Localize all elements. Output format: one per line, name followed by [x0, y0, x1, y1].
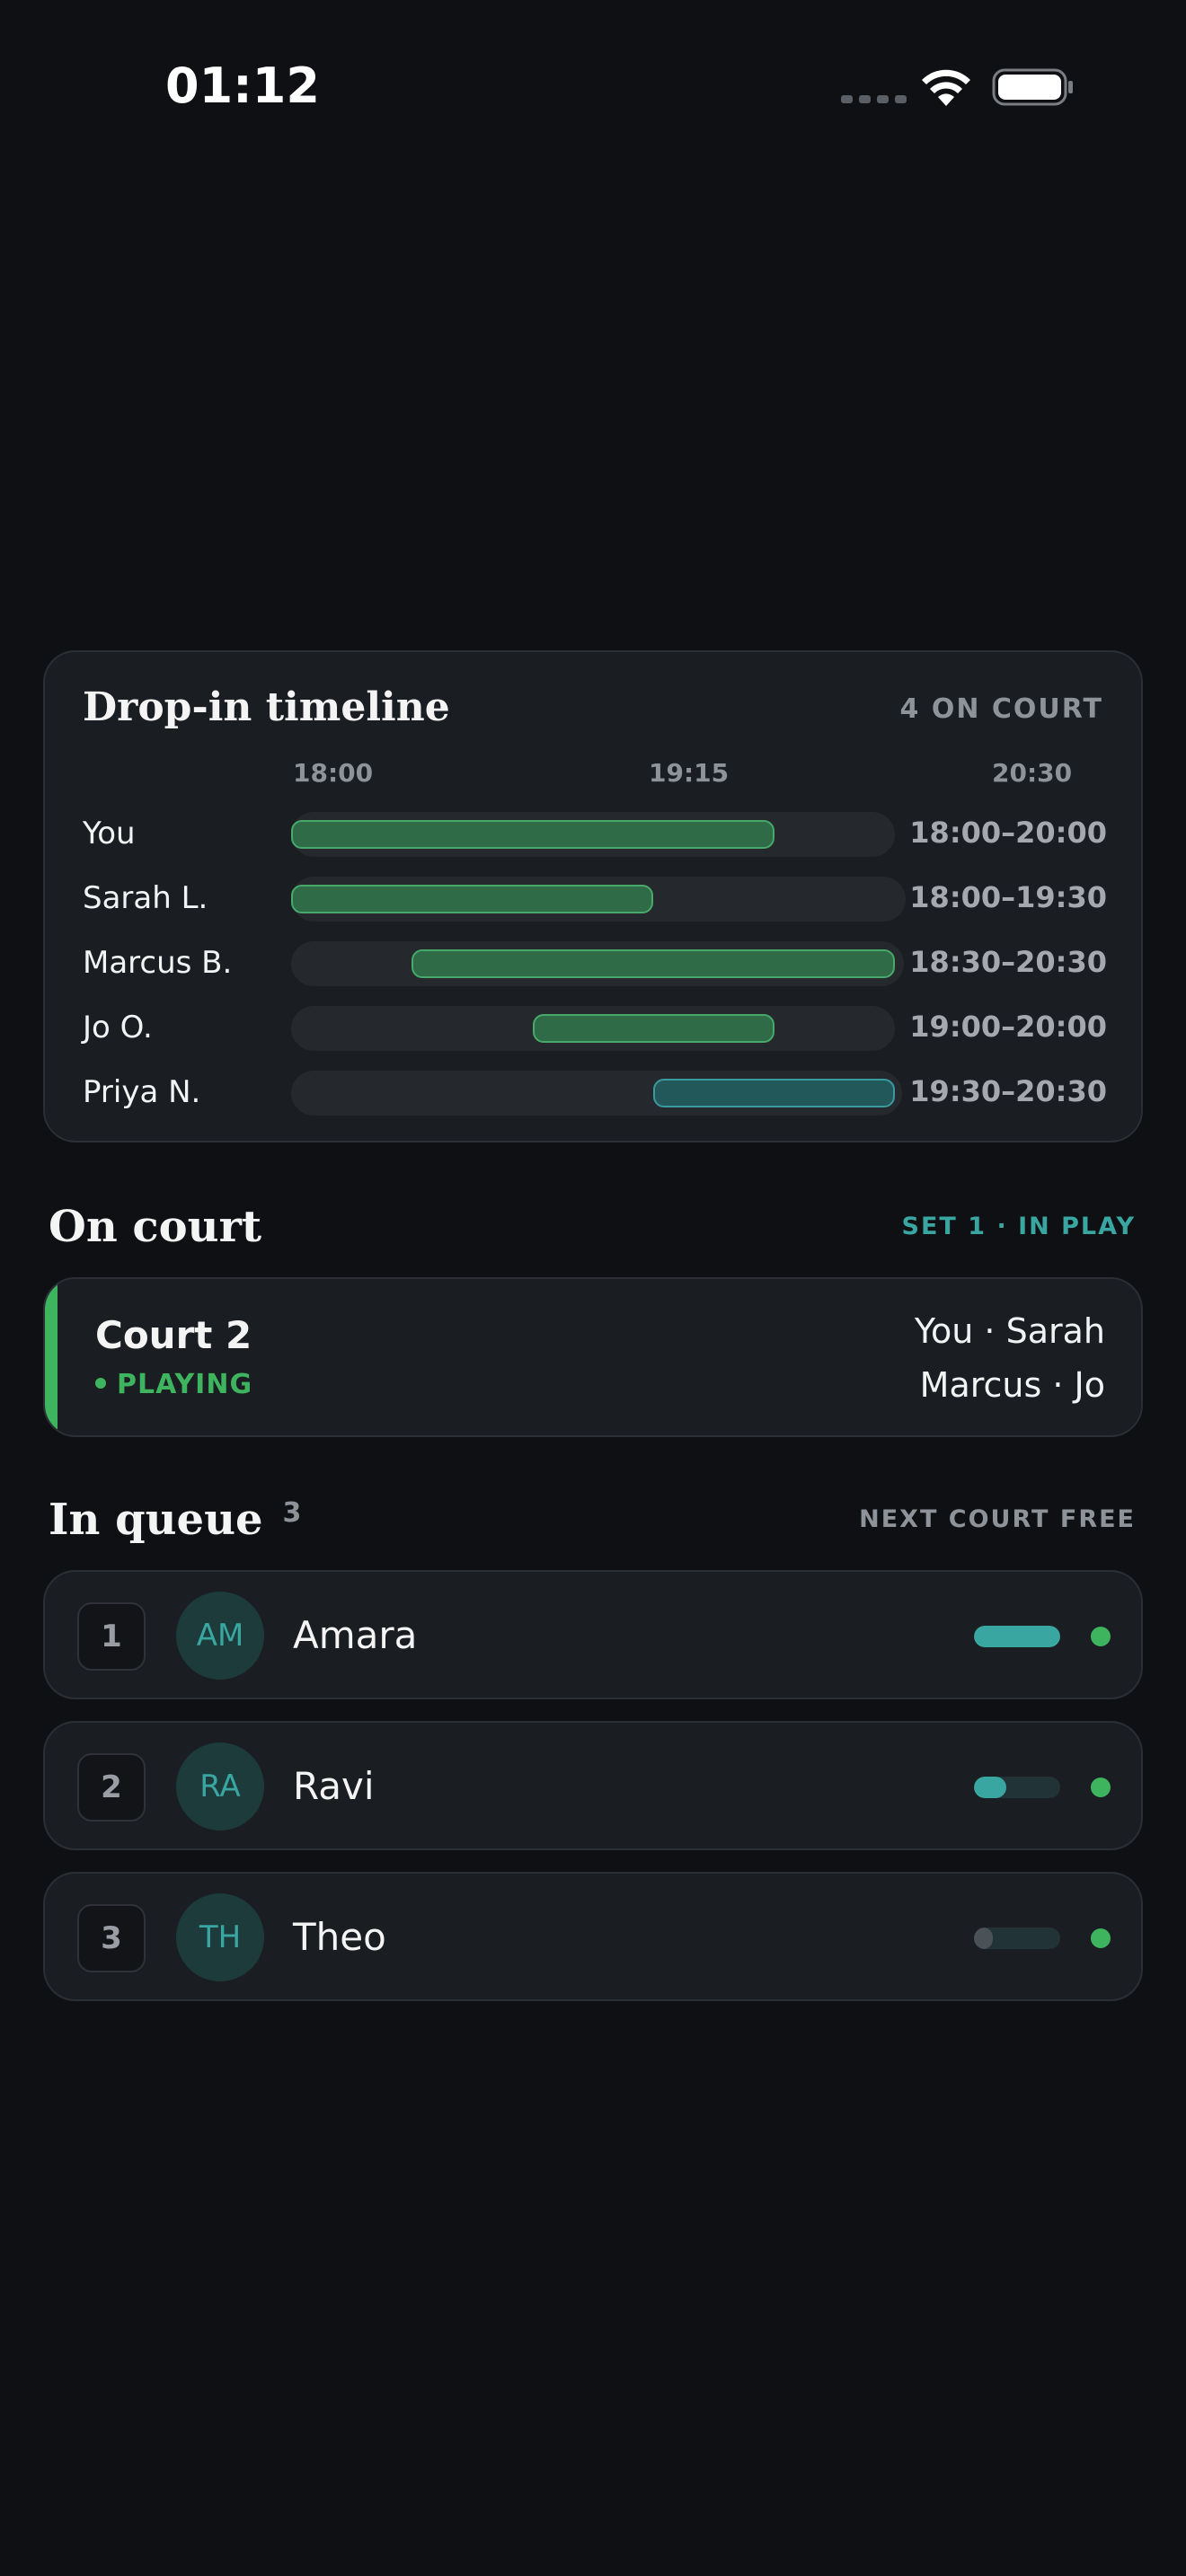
- court-name: Court 2: [95, 1313, 252, 1357]
- timeline-session-bar: [653, 1079, 895, 1107]
- ready-status-dot: [1091, 1928, 1111, 1948]
- timeline-player-name: Priya N.: [83, 1074, 201, 1110]
- avatar: RA: [176, 1742, 264, 1831]
- set-status: SET 1 · IN PLAY: [901, 1213, 1136, 1240]
- queue-wait-meter-fill: [974, 1928, 994, 1949]
- avatar: TH: [176, 1893, 264, 1981]
- playing-dot-icon: [95, 1377, 106, 1389]
- timeline-row[interactable]: Jo O. 19:00–20:00: [45, 1006, 1145, 1051]
- court-status-label: PLAYING: [117, 1369, 253, 1400]
- timeline-tick-mid: 19:15: [649, 758, 730, 788]
- timeline-time-range: 18:00–19:30: [909, 880, 1107, 914]
- timeline-track: [291, 1006, 895, 1051]
- queue-wait-meter: [974, 1928, 1060, 1949]
- battery-icon: [992, 68, 1073, 106]
- avatar: AM: [176, 1592, 264, 1680]
- queue-item[interactable]: 2 RA Ravi: [43, 1721, 1143, 1850]
- timeline-title: Drop-in timeline: [83, 684, 450, 730]
- queue-position: 3: [77, 1904, 146, 1972]
- queue-item[interactable]: 1 AM Amara: [43, 1570, 1143, 1699]
- queue-player-name: Theo: [293, 1915, 386, 1959]
- queue-position: 2: [77, 1753, 146, 1822]
- queue-wait-meter-fill: [974, 1626, 1060, 1647]
- timeline-session-bar: [533, 1014, 774, 1043]
- timeline-player-name: Sarah L.: [83, 880, 208, 916]
- queue-count: 3: [282, 1497, 302, 1529]
- timeline-row[interactable]: Priya N. 19:30–20:30: [45, 1071, 1145, 1116]
- on-court-count: 4 ON COURT: [899, 693, 1103, 725]
- court-status-accent: [45, 1279, 58, 1435]
- timeline-time-range: 19:30–20:30: [909, 1074, 1107, 1108]
- timeline-track: [291, 877, 906, 922]
- timeline-track: [291, 812, 895, 857]
- app-screen: 01:12 Drop-in timeline 4 ON COURT 18:00 …: [0, 0, 1186, 2576]
- timeline-time-range: 19:00–20:00: [909, 1010, 1107, 1044]
- court-team-2: Marcus · Jo: [919, 1365, 1105, 1405]
- timeline-session-bar: [412, 949, 895, 978]
- queue-heading: In queue 3: [49, 1495, 301, 1545]
- queue-wait-meter: [974, 1626, 1060, 1647]
- on-court-heading: On court: [49, 1202, 262, 1252]
- court-status: PLAYING: [95, 1369, 252, 1400]
- timeline-track: [291, 1071, 902, 1116]
- queue-wait-meter-fill: [974, 1777, 1007, 1798]
- timeline-row[interactable]: Marcus B. 18:30–20:30: [45, 941, 1145, 986]
- court-card[interactable]: Court 2 PLAYING You · Sarah Marcus · Jo: [43, 1277, 1143, 1437]
- queue-player-name: Ravi: [293, 1764, 375, 1808]
- cellular-signal-icon: [841, 95, 907, 103]
- court-team-1: You · Sarah: [914, 1311, 1105, 1351]
- timeline-row[interactable]: You 18:00–20:00: [45, 812, 1145, 857]
- timeline-tick-start: 18:00: [293, 758, 374, 788]
- wifi-icon: [922, 69, 970, 106]
- timeline-tick-end: 20:30: [992, 758, 1073, 788]
- timeline-session-bar: [291, 820, 774, 849]
- status-time: 01:12: [165, 57, 320, 114]
- queue-position: 1: [77, 1602, 146, 1671]
- timeline-player-name: Jo O.: [83, 1010, 153, 1045]
- queue-wait-meter: [974, 1777, 1060, 1798]
- timeline-track: [291, 941, 904, 986]
- ready-status-dot: [1091, 1778, 1111, 1797]
- ready-status-dot: [1091, 1627, 1111, 1646]
- drop-in-timeline-card: Drop-in timeline 4 ON COURT 18:00 19:15 …: [43, 650, 1143, 1142]
- queue-player-name: Amara: [293, 1613, 418, 1657]
- timeline-session-bar: [291, 885, 653, 913]
- queue-item[interactable]: 3 TH Theo: [43, 1872, 1143, 2001]
- timeline-player-name: Marcus B.: [83, 945, 233, 981]
- timeline-time-range: 18:00–20:00: [909, 816, 1107, 850]
- next-court-status: NEXT COURT FREE: [859, 1505, 1136, 1533]
- timeline-player-name: You: [83, 816, 136, 851]
- queue-title: In queue: [49, 1495, 263, 1545]
- timeline-time-range: 18:30–20:30: [909, 945, 1107, 979]
- timeline-row[interactable]: Sarah L. 18:00–19:30: [45, 877, 1145, 922]
